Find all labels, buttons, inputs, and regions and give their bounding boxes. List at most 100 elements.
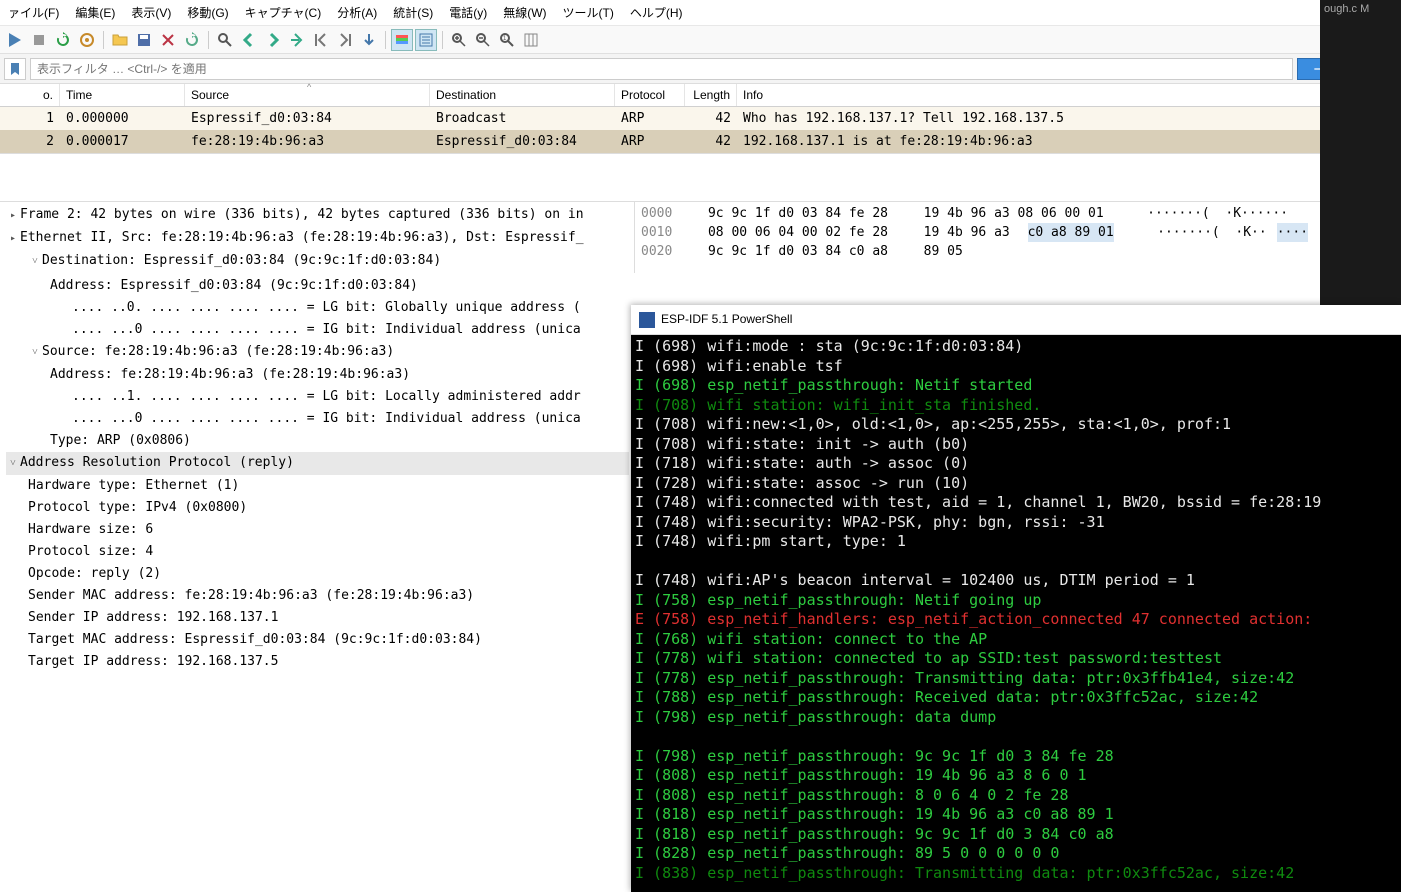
arp-sender-ip[interactable]: Sender IP address: 192.168.137.1 [6, 607, 629, 629]
log-line: I (798) esp_netif_passthrough: data dump [635, 708, 1397, 728]
colorize-button[interactable] [391, 29, 413, 51]
tree-dest-ig[interactable]: .... ...0 .... .... .... .... = IG bit: … [6, 319, 629, 341]
collapse-icon[interactable]: ˅ [6, 453, 20, 475]
find-packet-button[interactable] [214, 29, 236, 51]
tree-dest[interactable]: ˅Destination: Espressif_d0:03:84 (9c:9c:… [6, 250, 628, 273]
col-length[interactable]: Length [685, 84, 737, 106]
col-destination[interactable]: Destination [430, 84, 615, 106]
stop-capture-button[interactable] [28, 29, 50, 51]
log-line: I (818) esp_netif_passthrough: 9c 9c 1f … [635, 825, 1397, 845]
packet-details: Address: Espressif_d0:03:84 (9c:9c:1f:d0… [0, 273, 635, 675]
tree-src-lg[interactable]: .... ..1. .... .... .... .... = LG bit: … [6, 386, 629, 408]
packet-row[interactable]: 2 0.000017 fe:28:19:4b:96:a3 Espressif_d… [0, 130, 1401, 153]
zoom-reset-button[interactable]: 1 [496, 29, 518, 51]
expand-icon[interactable]: ▸ [6, 205, 20, 227]
menu-statistics[interactable]: 統計(S) [393, 4, 433, 21]
log-line: I (768) wifi station: connect to the AP [635, 630, 1397, 650]
expand-icon[interactable]: ▸ [6, 228, 20, 250]
powershell-output: I (698) wifi:mode : sta (9c:9c:1f:d0:03:… [631, 335, 1401, 885]
powershell-title: ESP-IDF 5.1 PowerShell [661, 310, 792, 330]
restart-capture-button[interactable] [52, 29, 74, 51]
arp-prottype[interactable]: Protocol type: IPv4 (0x0800) [6, 497, 629, 519]
tree-dest-lg[interactable]: .... ..0. .... .... .... .... = LG bit: … [6, 297, 629, 319]
go-to-packet-button[interactable] [286, 29, 308, 51]
save-file-button[interactable] [133, 29, 155, 51]
tree-src-ig[interactable]: .... ...0 .... .... .... .... = IG bit: … [6, 408, 629, 430]
powershell-icon [639, 312, 655, 328]
arp-target-ip[interactable]: Target IP address: 192.168.137.5 [6, 651, 629, 673]
collapse-icon[interactable]: ˅ [28, 251, 42, 273]
arp-sender-mac[interactable]: Sender MAC address: fe:28:19:4b:96:a3 (f… [6, 585, 629, 607]
menu-go[interactable]: 移動(G) [187, 4, 228, 21]
capture-options-button[interactable] [76, 29, 98, 51]
arp-hwtype[interactable]: Hardware type: Ethernet (1) [6, 475, 629, 497]
powershell-window[interactable]: ESP-IDF 5.1 PowerShell I (698) wifi:mode… [631, 305, 1401, 892]
tree-src-addr[interactable]: Address: fe:28:19:4b:96:a3 (fe:28:19:4b:… [6, 364, 629, 386]
tree-src[interactable]: ˅Source: fe:28:19:4b:96:a3 (fe:28:19:4b:… [6, 341, 629, 364]
display-filter-bar: ▾ ＋ [0, 54, 1401, 84]
go-first-button[interactable] [310, 29, 332, 51]
menu-wireless[interactable]: 無線(W) [503, 4, 546, 21]
tree-ethernet[interactable]: ▸Ethernet II, Src: fe:28:19:4b:96:a3 (fe… [6, 227, 628, 250]
arp-target-mac[interactable]: Target MAC address: Espressif_d0:03:84 (… [6, 629, 629, 651]
log-line: I (828) esp_netif_passthrough: 89 5 0 0 … [635, 844, 1397, 864]
log-line: I (788) esp_netif_passthrough: Received … [635, 688, 1397, 708]
zoom-out-button[interactable] [472, 29, 494, 51]
menu-view[interactable]: 表示(V) [131, 4, 171, 21]
menu-capture[interactable]: キャプチャ(C) [245, 4, 322, 21]
display-filter-input[interactable] [30, 58, 1293, 80]
col-source[interactable]: Source [185, 84, 430, 106]
log-line: E (758) esp_netif_handlers: esp_netif_ac… [635, 610, 1397, 630]
menu-tools[interactable]: ツール(T) [563, 4, 614, 21]
col-time[interactable]: Time [60, 84, 185, 106]
go-back-button[interactable] [238, 29, 260, 51]
packet-bytes[interactable]: 0000 9c 9c 1f d0 03 84 fe 28 19 4b 96 a3… [635, 202, 1401, 273]
col-info[interactable]: Info [737, 84, 1401, 106]
close-file-button[interactable] [157, 29, 179, 51]
resize-columns-button[interactable] [520, 29, 542, 51]
start-capture-button[interactable] [4, 29, 26, 51]
tree-arp[interactable]: ˅Address Resolution Protocol (reply) [6, 452, 629, 475]
arp-opcode[interactable]: Opcode: reply (2) [6, 563, 629, 585]
tree-type[interactable]: Type: ARP (0x0806) [6, 430, 629, 452]
log-line: I (708) wifi:new:<1,0>, old:<1,0>, ap:<2… [635, 415, 1397, 435]
log-line: I (758) esp_netif_passthrough: Netif goi… [635, 591, 1397, 611]
col-no[interactable]: o. [0, 84, 60, 106]
col-protocol[interactable]: Protocol [615, 84, 685, 106]
log-line: I (818) esp_netif_passthrough: 19 4b 96 … [635, 805, 1397, 825]
go-forward-button[interactable] [262, 29, 284, 51]
menu-help[interactable]: ヘルプ(H) [630, 4, 683, 21]
main-toolbar: 1 [0, 26, 1401, 54]
menu-analyze[interactable]: 分析(A) [337, 4, 377, 21]
packet-details-top: ▸Frame 2: 42 bytes on wire (336 bits), 4… [0, 202, 635, 273]
log-line: I (708) wifi station: wifi_init_sta fini… [635, 396, 1397, 416]
packet-list-scroll[interactable] [0, 153, 1401, 201]
log-line: I (808) esp_netif_passthrough: 8 0 6 4 0… [635, 786, 1397, 806]
arp-protsize[interactable]: Protocol size: 4 [6, 541, 629, 563]
log-line: I (748) wifi:AP's beacon interval = 1024… [635, 571, 1397, 591]
autoscroll-live-button[interactable] [415, 29, 437, 51]
packet-list: o. Time Source Destination Protocol Leng… [0, 84, 1401, 153]
packet-row[interactable]: 1 0.000000 Espressif_d0:03:84 Broadcast … [0, 107, 1401, 130]
log-line: I (708) wifi:state: init -> auth (b0) [635, 435, 1397, 455]
arp-hwsize[interactable]: Hardware size: 6 [6, 519, 629, 541]
reload-button[interactable] [181, 29, 203, 51]
go-last-button[interactable] [334, 29, 356, 51]
open-file-button[interactable] [109, 29, 131, 51]
log-line: I (698) esp_netif_passthrough: Netif sta… [635, 376, 1397, 396]
log-line: I (778) wifi station: connected to ap SS… [635, 649, 1397, 669]
tree-frame[interactable]: ▸Frame 2: 42 bytes on wire (336 bits), 4… [6, 204, 628, 227]
log-line: I (748) wifi:pm start, type: 1 [635, 532, 1397, 552]
log-line: I (808) esp_netif_passthrough: 19 4b 96 … [635, 766, 1397, 786]
packet-list-header: o. Time Source Destination Protocol Leng… [0, 84, 1401, 107]
menu-telephony[interactable]: 電話(y) [449, 4, 487, 21]
tree-dest-addr[interactable]: Address: Espressif_d0:03:84 (9c:9c:1f:d0… [6, 275, 629, 297]
menu-edit[interactable]: 編集(E) [75, 4, 115, 21]
auto-scroll-button[interactable] [358, 29, 380, 51]
zoom-in-button[interactable] [448, 29, 470, 51]
log-line [635, 552, 1397, 572]
menu-file[interactable]: ァイル(F) [8, 4, 59, 21]
powershell-titlebar[interactable]: ESP-IDF 5.1 PowerShell [631, 305, 1401, 335]
collapse-icon[interactable]: ˅ [28, 342, 42, 364]
filter-bookmark-button[interactable] [4, 58, 26, 80]
